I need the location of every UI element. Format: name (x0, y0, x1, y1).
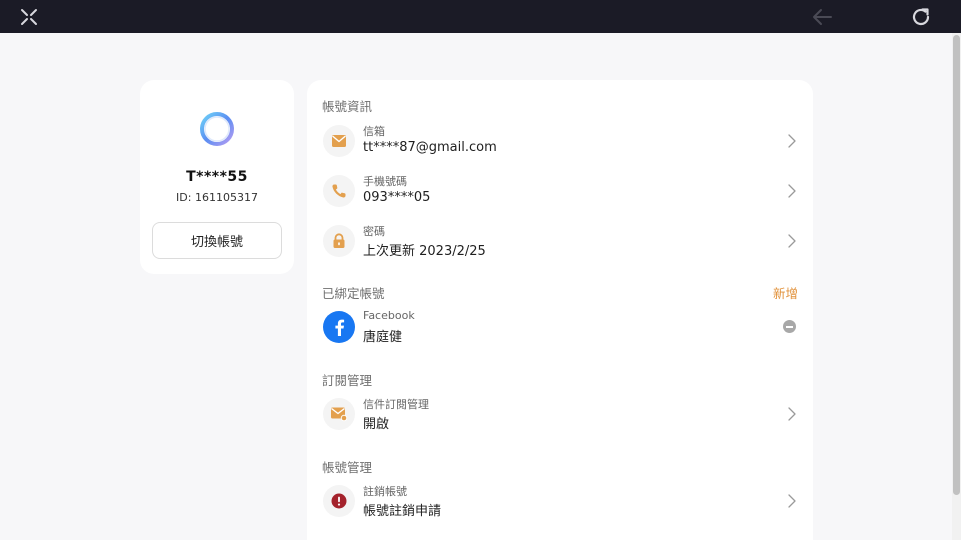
mail-subscription-label: 信件訂閱管理 (363, 398, 429, 411)
chevron-right-icon (788, 134, 796, 148)
account-settings-card: 帳號資訊 信箱 tt****87@gmail.com 手機號碼 093****0… (307, 80, 813, 540)
facebook-label: Facebook (363, 309, 415, 322)
mail-subscription-row[interactable]: 信件訂閱管理 開啟 (307, 392, 813, 436)
email-row[interactable]: 信箱 tt****87@gmail.com (307, 119, 813, 163)
switch-account-button[interactable]: 切換帳號 (152, 222, 282, 259)
alert-icon (323, 485, 355, 517)
chevron-right-icon (788, 407, 796, 421)
deactivate-label: 註銷帳號 (363, 485, 407, 498)
phone-row[interactable]: 手機號碼 093****05 (307, 169, 813, 213)
phone-icon (323, 175, 355, 207)
add-linked-account-link[interactable]: 新增 (773, 283, 798, 302)
facebook-value: 唐庭健 (363, 330, 403, 345)
email-label: 信箱 (363, 125, 385, 138)
password-label: 密碼 (363, 225, 385, 238)
mail-subscription-icon (323, 398, 355, 430)
chevron-right-icon (788, 494, 796, 508)
chevron-right-icon (788, 184, 796, 198)
section-title-subscription: 訂閱管理 (322, 373, 373, 388)
user-id: ID: 161105317 (176, 191, 258, 204)
top-bar (0, 0, 961, 33)
email-value: tt****87@gmail.com (363, 140, 497, 155)
mail-icon (323, 125, 355, 157)
phone-label: 手機號碼 (363, 175, 407, 188)
avatar (197, 109, 237, 149)
mail-subscription-value: 開啟 (363, 417, 390, 432)
lock-icon (323, 225, 355, 257)
chevron-right-icon (788, 234, 796, 248)
scrollbar[interactable] (952, 33, 961, 540)
section-title-account-info: 帳號資訊 (322, 99, 373, 114)
section-title-linked-accounts: 已綁定帳號 (322, 286, 385, 301)
unlink-minus-icon[interactable] (783, 320, 796, 333)
close-x-icon[interactable] (9, 0, 49, 33)
facebook-row: Facebook 唐庭健 (307, 305, 813, 349)
password-row[interactable]: 密碼 上次更新 2023/2/25 (307, 219, 813, 263)
deactivate-row[interactable]: 註銷帳號 帳號註銷申請 (307, 479, 813, 523)
deactivate-value: 帳號註銷申請 (363, 504, 442, 519)
profile-card: T****55 ID: 161105317 切換帳號 (140, 80, 294, 274)
scrollbar-thumb[interactable] (953, 35, 960, 495)
refresh-icon[interactable] (901, 0, 941, 33)
password-value: 上次更新 2023/2/25 (363, 244, 486, 259)
username: T****55 (186, 169, 248, 185)
arrow-left-icon[interactable] (802, 0, 842, 33)
facebook-icon (323, 311, 355, 343)
phone-value: 093****05 (363, 190, 431, 205)
section-title-account-management: 帳號管理 (322, 460, 373, 475)
